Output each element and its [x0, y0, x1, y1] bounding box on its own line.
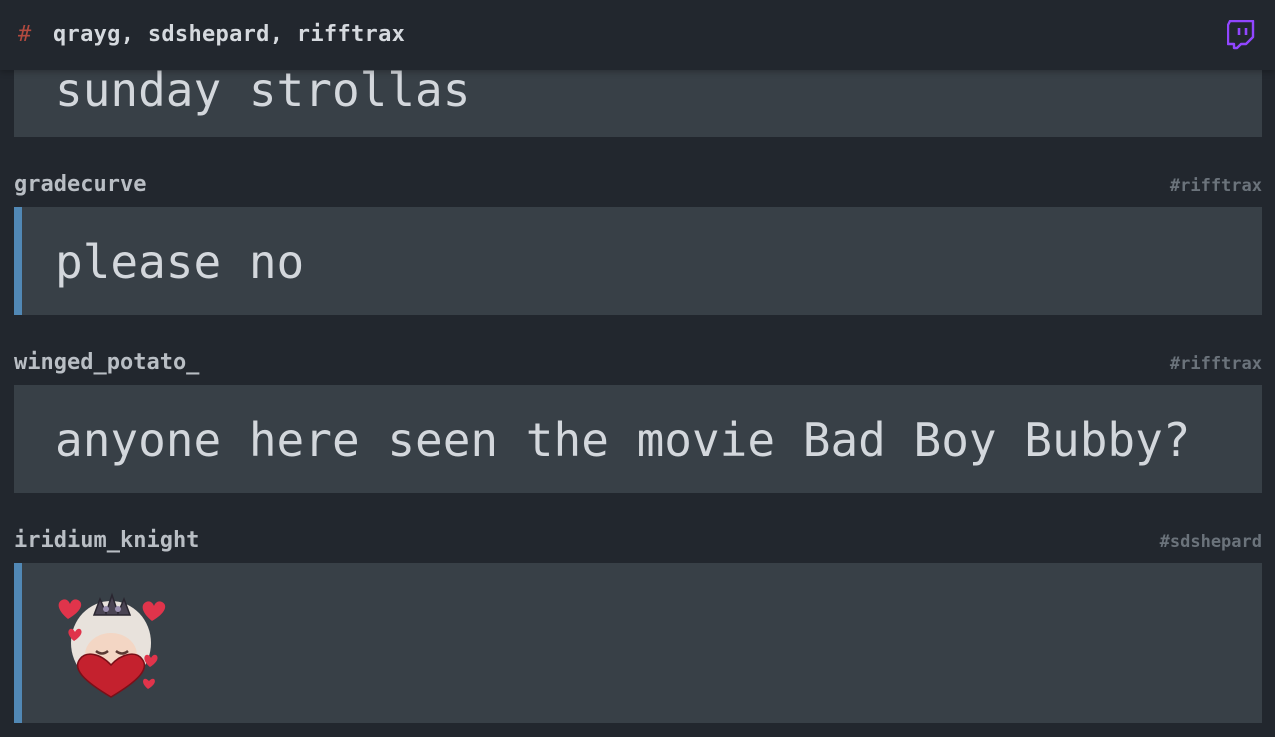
message-text: please no — [55, 235, 305, 289]
message-text: sunday strollas — [55, 63, 471, 117]
channel-tag[interactable]: #sdshepard — [1160, 532, 1262, 552]
channel-header: # qrayg, sdshepard, rifftrax — [0, 0, 1275, 70]
message-body-highlighted — [14, 563, 1262, 723]
channel-tag[interactable]: #rifftrax — [1170, 354, 1262, 374]
channel-list[interactable]: qrayg, sdshepard, rifftrax — [53, 22, 405, 47]
heart-emote-icon[interactable] — [54, 585, 168, 699]
hash-icon: # — [18, 22, 32, 47]
message-feed[interactable]: sunday strollas gradecurve #rifftrax ple… — [0, 0, 1275, 737]
username[interactable]: gradecurve — [14, 172, 146, 197]
message-body: anyone here seen the movie Bad Boy Bubby… — [14, 385, 1262, 493]
message-text: anyone here seen the movie Bad Boy Bubby… — [55, 413, 1191, 467]
username[interactable]: iridium_knight — [14, 528, 199, 553]
channel-tag[interactable]: #rifftrax — [1170, 176, 1262, 196]
twitch-icon[interactable] — [1227, 20, 1255, 50]
message-body-highlighted: please no — [14, 207, 1262, 315]
chat-page: sunday strollas gradecurve #rifftrax ple… — [0, 0, 1275, 737]
username[interactable]: winged_potato_ — [14, 350, 199, 375]
